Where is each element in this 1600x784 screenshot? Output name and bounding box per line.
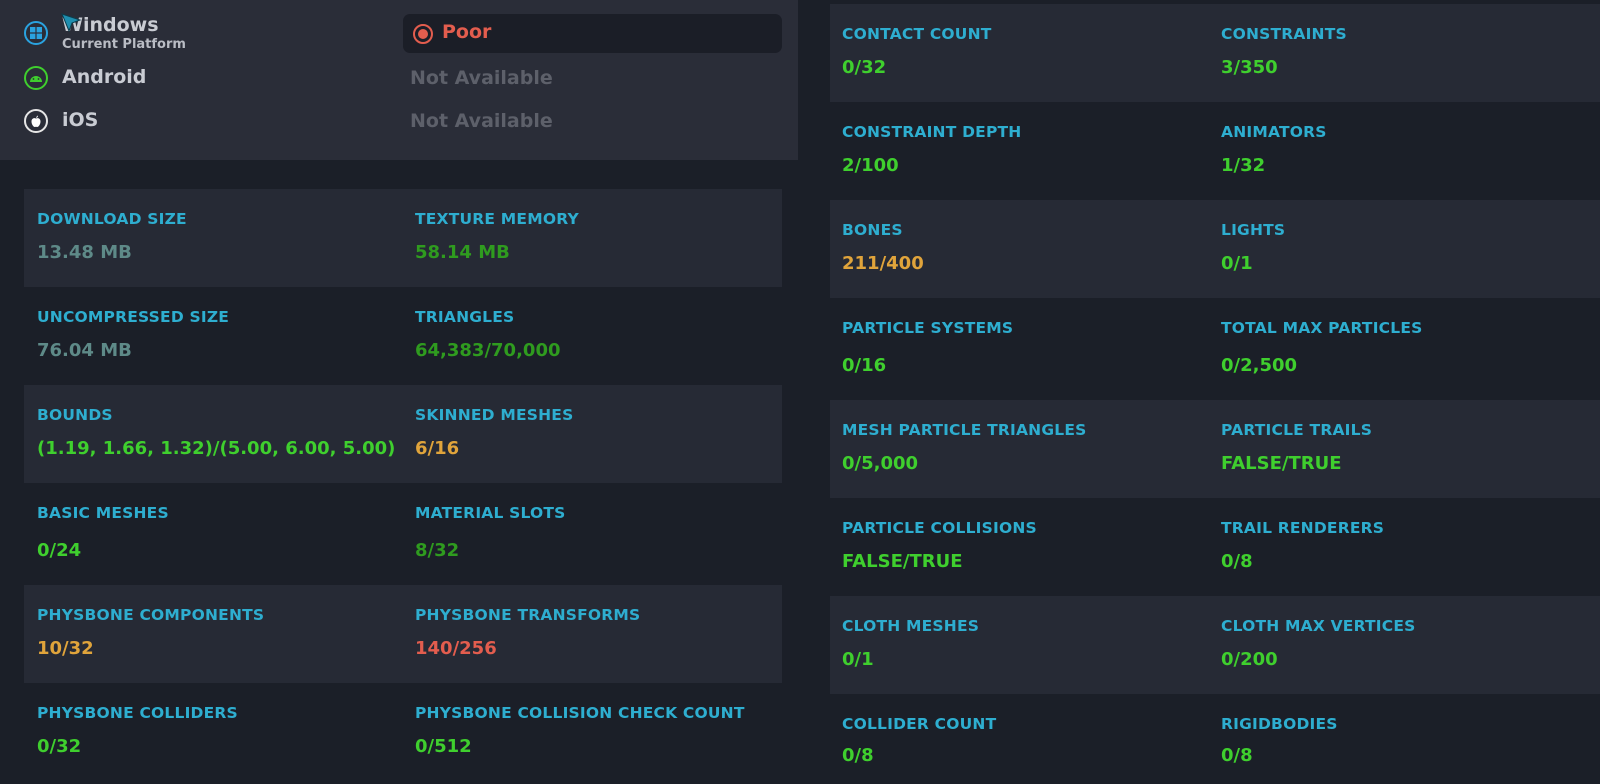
- stat-label: CLOTH MESHES: [842, 617, 980, 635]
- android-icon: [24, 66, 48, 90]
- windows-status: Poor: [442, 21, 492, 43]
- platform-name-ios: iOS: [62, 109, 99, 131]
- stat-row: CONTACT COUNT 0/32 CONSTRAINTS 3/350: [830, 4, 1600, 102]
- stat-row: PHYSBONE COLLIDERS 0/32 PHYSBONE COLLISION…: [24, 683, 782, 784]
- stat-value: 140/256: [415, 638, 497, 659]
- stat-value: 0/2,500: [1221, 355, 1298, 376]
- poor-status-icon: [413, 24, 433, 44]
- stat-label: BASIC MESHES: [37, 504, 169, 522]
- stat-label: TEXTURE MEMORY: [415, 210, 579, 228]
- stat-label: SKINNED MESHES: [415, 406, 574, 424]
- stat-row: UNCOMPRESSED SIZE 76.04 MB TRIANGLES 64,383…: [24, 287, 782, 385]
- stat-row: PARTICLE COLLISIONS FALSE/TRUE TRAIL RENDE…: [830, 498, 1600, 596]
- stat-value: 58.14 MB: [415, 242, 510, 263]
- platform-sub-windows: Current Platform: [62, 37, 186, 52]
- stat-value: 0/1: [1221, 253, 1253, 274]
- stat-value: 6/16: [415, 438, 460, 459]
- stat-value: 0/8: [1221, 551, 1253, 572]
- platform-list: Poor Windows Current Platform Android No…: [0, 0, 798, 160]
- stat-label: UNCOMPRESSED SIZE: [37, 308, 230, 326]
- stat-value: FALSE/TRUE: [842, 551, 963, 572]
- stat-label: COLLIDER COUNT: [842, 715, 997, 733]
- stat-row: COLLIDER COUNT 0/8 RIGIDBODIES 0/8: [830, 694, 1600, 784]
- stat-row: CONSTRAINT DEPTH 2/100 ANIMATORS 1/32: [830, 102, 1600, 200]
- stat-value: 0/24: [37, 540, 82, 561]
- stat-label: CONTACT COUNT: [842, 25, 992, 43]
- stat-value: 8/32: [415, 540, 460, 561]
- stat-row: PHYSBONE COMPONENTS 10/32 PHYSBONE TRANSFO…: [24, 585, 782, 683]
- windows-status-pill: Poor: [403, 14, 782, 53]
- stat-value: FALSE/TRUE: [1221, 453, 1342, 474]
- stat-value: 211/400: [842, 253, 924, 274]
- stat-value: 0/512: [415, 736, 472, 757]
- stat-label: PARTICLE SYSTEMS: [842, 319, 1014, 337]
- stat-value: 3/350: [1221, 57, 1278, 78]
- stat-value: 10/32: [37, 638, 94, 659]
- stat-label: PHYSBONE COLLIDERS: [37, 704, 238, 722]
- stat-value: 0/8: [842, 745, 874, 766]
- stat-row: BONES 211/400 LIGHTS 0/1: [830, 200, 1600, 298]
- stat-label: PHYSBONE TRANSFORMS: [415, 606, 641, 624]
- stat-label: DOWNLOAD SIZE: [37, 210, 187, 228]
- stat-value: 2/100: [842, 155, 899, 176]
- windows-icon: [24, 21, 48, 45]
- stat-label: MESH PARTICLE TRIANGLES: [842, 421, 1087, 439]
- stat-label: BONES: [842, 221, 903, 239]
- apple-icon: [24, 109, 48, 133]
- stat-label: TOTAL MAX PARTICLES: [1221, 319, 1423, 337]
- stat-value: 0/32: [842, 57, 887, 78]
- stat-value: 0/200: [1221, 649, 1278, 670]
- panel-divider: [798, 0, 828, 784]
- stat-row: PARTICLE SYSTEMS 0/16 TOTAL MAX PARTICLES 0…: [830, 298, 1600, 400]
- stat-value: 0/1: [842, 649, 874, 670]
- stat-label: PHYSBONE COMPONENTS: [37, 606, 265, 624]
- stat-label: TRIANGLES: [415, 308, 515, 326]
- android-status: Not Available: [410, 67, 553, 89]
- stat-label: PHYSBONE COLLISION CHECK COUNT: [415, 704, 745, 722]
- stat-value: (1.19, 1.66, 1.32)/(5.00, 6.00, 5.00): [37, 438, 396, 459]
- stat-label: ANIMATORS: [1221, 123, 1327, 141]
- stat-label: CONSTRAINTS: [1221, 25, 1347, 43]
- ios-status: Not Available: [410, 110, 553, 132]
- stat-value: 13.48 MB: [37, 242, 132, 263]
- stat-value: 64,383/70,000: [415, 340, 561, 361]
- platform-name-android: Android: [62, 66, 147, 88]
- stat-row: DOWNLOAD SIZE 13.48 MB TEXTURE MEMORY 58.14…: [24, 189, 782, 287]
- stat-value: 0/32: [37, 736, 82, 757]
- stat-value: 0/16: [842, 355, 887, 376]
- stat-value: 1/32: [1221, 155, 1266, 176]
- stat-row: CLOTH MESHES 0/1 CLOTH MAX VERTICES 0/200: [830, 596, 1600, 694]
- stat-row: BASIC MESHES 0/24 MATERIAL SLOTS 8/32: [24, 483, 782, 585]
- stat-row: MESH PARTICLE TRIANGLES 0/5,000 PARTICLE T…: [830, 400, 1600, 498]
- stat-label: RIGIDBODIES: [1221, 715, 1338, 733]
- stat-label: MATERIAL SLOTS: [415, 504, 566, 522]
- stat-label: CLOTH MAX VERTICES: [1221, 617, 1416, 635]
- mouse-cursor-icon: [61, 13, 82, 33]
- stat-label: LIGHTS: [1221, 221, 1286, 239]
- stat-value: 76.04 MB: [37, 340, 132, 361]
- stat-label: CONSTRAINT DEPTH: [842, 123, 1022, 141]
- stat-label: PARTICLE COLLISIONS: [842, 519, 1037, 537]
- stat-row: BOUNDS (1.19, 1.66, 1.32)/(5.00, 6.00, 5.…: [24, 385, 782, 483]
- stat-value: 0/5,000: [842, 453, 919, 474]
- stat-label: TRAIL RENDERERS: [1221, 519, 1385, 537]
- stat-label: BOUNDS: [37, 406, 113, 424]
- stat-label: PARTICLE TRAILS: [1221, 421, 1373, 439]
- stat-value: 0/8: [1221, 745, 1253, 766]
